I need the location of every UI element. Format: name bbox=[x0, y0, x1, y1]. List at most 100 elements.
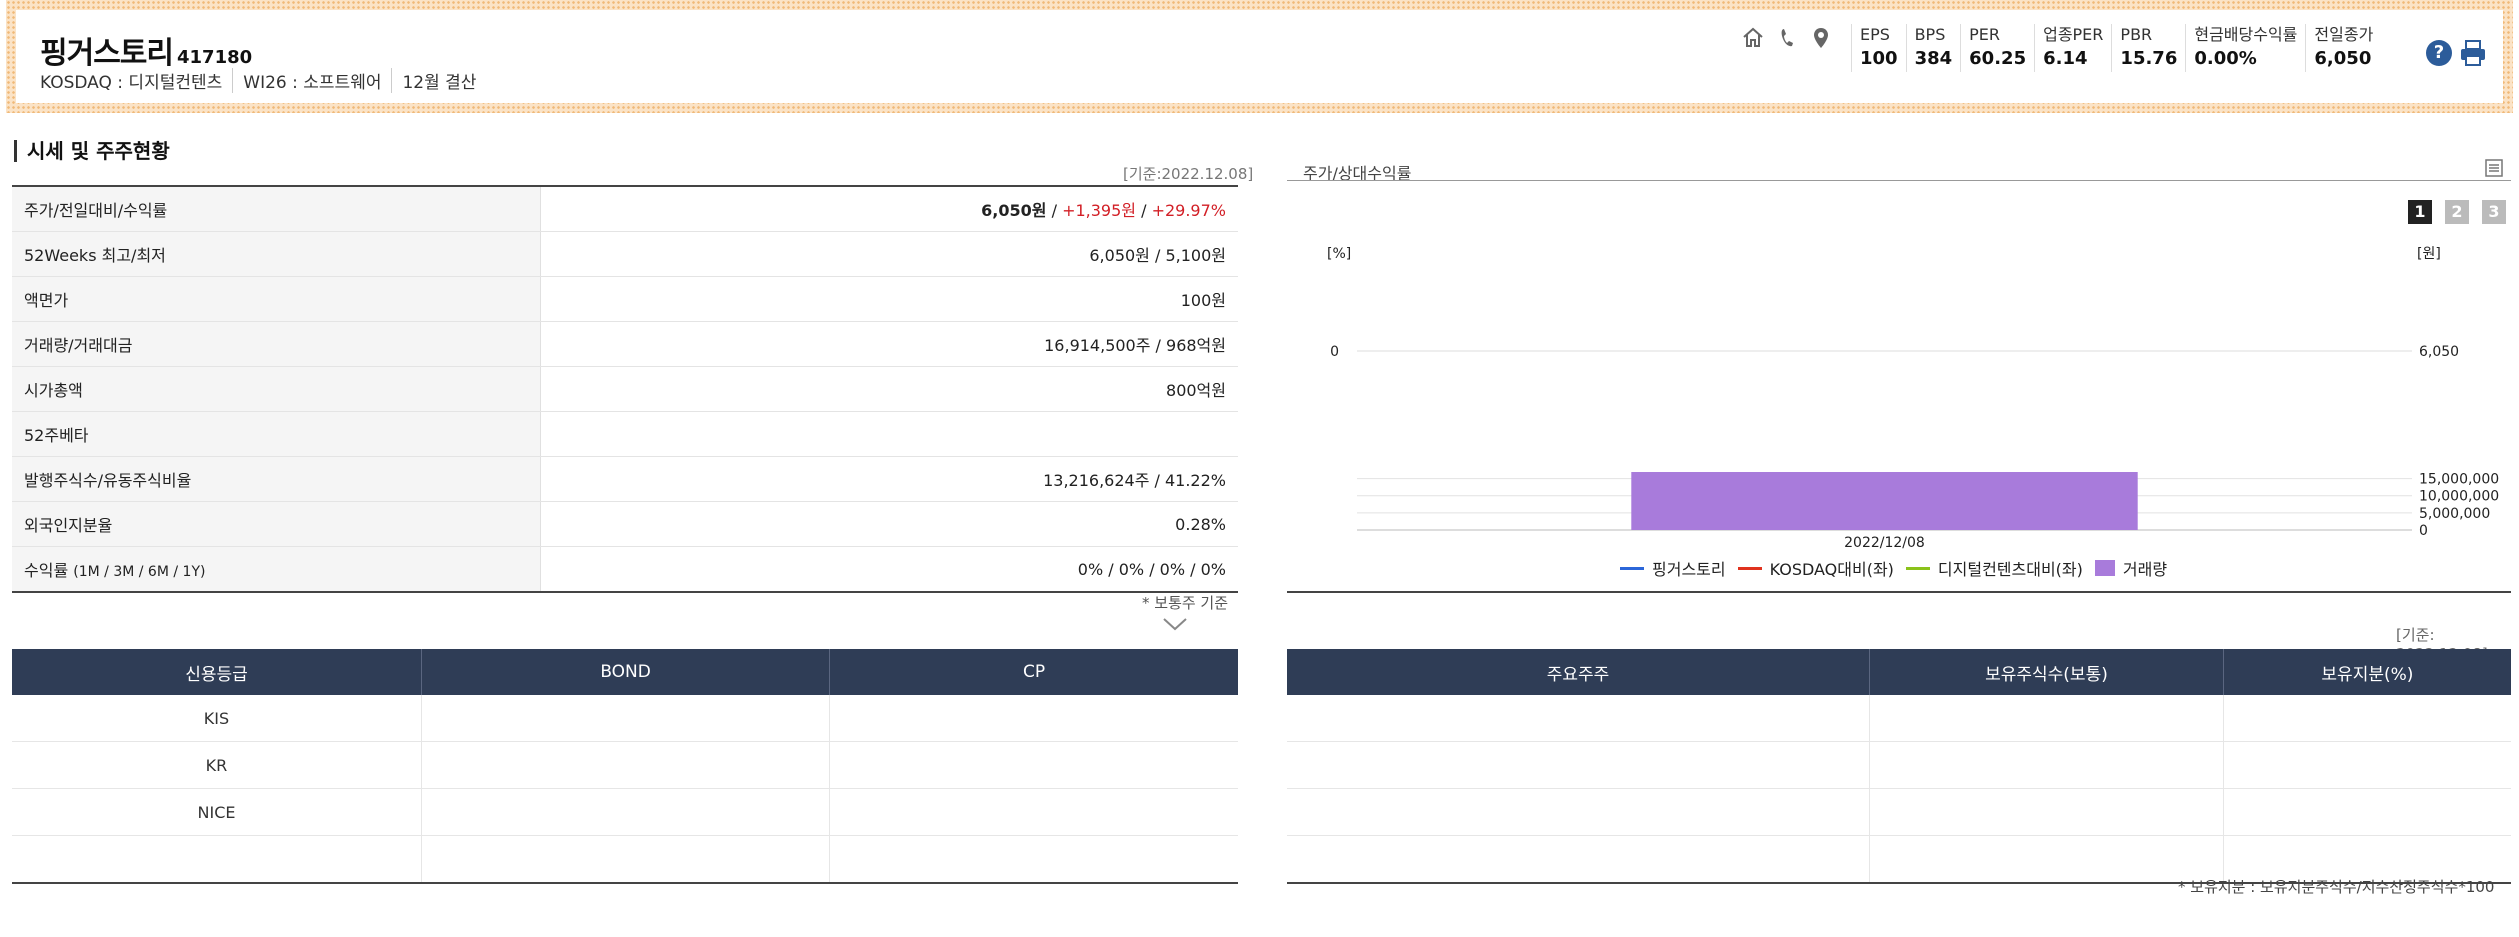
column-header: 신용등급 bbox=[12, 649, 422, 695]
table-row: 발행주식수/유동주식비율 13,216,624주 / 41.22% bbox=[12, 456, 1238, 502]
row-value: 6,050원 / 5,100원 bbox=[540, 231, 1238, 277]
price-change-rate: +29.97% bbox=[1151, 201, 1226, 220]
metric-industry-per: 업종PER 6.14 bbox=[2034, 24, 2111, 72]
metric-value: 100 bbox=[1860, 48, 1898, 69]
phone-icon[interactable] bbox=[1775, 26, 1799, 50]
location-icon[interactable] bbox=[1809, 26, 1833, 50]
current-price: 6,050원 bbox=[981, 201, 1047, 220]
table-row: KIS bbox=[12, 695, 1238, 742]
metric-per: PER 60.25 bbox=[1960, 24, 2034, 72]
cp-rating bbox=[829, 741, 1238, 789]
legend-swatch bbox=[1737, 566, 1762, 570]
holder-name bbox=[1287, 741, 1871, 789]
table-row bbox=[12, 835, 1238, 884]
help-icon[interactable]: ? bbox=[2426, 40, 2452, 66]
separator: / bbox=[1136, 201, 1152, 220]
holder-name bbox=[1287, 788, 1871, 836]
table-row: KR bbox=[12, 741, 1238, 789]
table-row: 주가/전일대비/수익률 6,050원 / +1,395원 / +29.97% bbox=[12, 186, 1238, 232]
legend-item[interactable]: 거래량 bbox=[2094, 556, 2168, 580]
row-label: 52주베타 bbox=[12, 411, 541, 457]
chart-page-2-button[interactable]: 2 bbox=[2445, 200, 2469, 224]
row-label-suffix: (1M / 3M / 6M / 1Y) bbox=[73, 564, 206, 580]
row-value: 0% / 0% / 0% / 0% bbox=[1077, 559, 1226, 579]
metric-value: 6,050 bbox=[2314, 48, 2372, 69]
company-title: 핑거스토리 417180 bbox=[40, 28, 252, 72]
table-row bbox=[1287, 741, 2511, 789]
chevron-down-icon[interactable] bbox=[1162, 616, 1188, 632]
table-header-row: 주요주주 보유주식수(보통) 보유지분(%) bbox=[1287, 649, 2511, 695]
metric-label: EPS bbox=[1860, 25, 1890, 44]
table-row: 외국인지분율 0.28% bbox=[12, 501, 1238, 547]
metric-value: 15.76 bbox=[2120, 48, 2178, 69]
column-header: 보유지분(%) bbox=[2223, 649, 2511, 695]
legend-item[interactable]: 디지털컨텐츠대비(좌) bbox=[1905, 556, 2083, 580]
table-header-row: 신용등급 BOND CP bbox=[12, 649, 1238, 695]
table-row: 액면가 100원 bbox=[12, 276, 1238, 322]
metric-label: PER bbox=[1969, 25, 2001, 44]
metric-value: 60.25 bbox=[1969, 48, 2027, 69]
metric-label: 업종PER bbox=[2043, 25, 2104, 44]
rating-agency: KIS bbox=[12, 695, 422, 742]
fiscal-month: 12월 결산 bbox=[391, 68, 486, 93]
legend-swatch bbox=[2094, 560, 2115, 576]
metric-label: 현금배당수익률 bbox=[2194, 25, 2298, 44]
metric-pbr: PBR 15.76 bbox=[2111, 24, 2185, 72]
chart-page-3-button[interactable]: 3 bbox=[2482, 200, 2506, 224]
market-category: KOSDAQ : 디지털컨텐츠 bbox=[40, 73, 223, 93]
price-volume-chart: [%] [원] 0 6,050 15,000,00010,000,0005,00… bbox=[1327, 246, 2499, 551]
row-value bbox=[540, 411, 1238, 457]
cp-rating bbox=[829, 788, 1238, 836]
legend-swatch bbox=[1620, 566, 1644, 570]
metric-label: PBR bbox=[2120, 25, 2153, 44]
cp-rating bbox=[830, 836, 1238, 884]
company-header: 핑거스토리 417180 KOSDAQ : 디지털컨텐츠 WI26 : 소프트웨어… bbox=[16, 10, 2503, 103]
row-label: 액면가 bbox=[12, 276, 541, 322]
metric-value: 384 bbox=[1914, 48, 1953, 69]
x-axis-tick: 2022/12/08 bbox=[1844, 535, 1925, 551]
row-value: 13,216,624주 / 41.22% bbox=[540, 456, 1238, 502]
left-axis-label: [%] bbox=[1327, 246, 1351, 262]
row-label: 수익률 (1M / 3M / 6M / 1Y) bbox=[12, 546, 541, 592]
bond-rating bbox=[421, 788, 831, 836]
legend-item[interactable]: KOSDAQ대비(좌) bbox=[1737, 556, 1894, 580]
holder-name bbox=[1287, 835, 1871, 883]
row-label: 주가/전일대비/수익률 bbox=[12, 186, 541, 232]
volume-axis-tick: 15,000,000 bbox=[2419, 472, 2499, 488]
metric-value: 0.00% bbox=[2194, 48, 2257, 69]
row-label-text: 수익률 bbox=[24, 561, 69, 580]
volume-bars bbox=[1631, 472, 2138, 530]
volume-axis-ticks: 15,000,00010,000,0005,000,0000 bbox=[2419, 472, 2499, 539]
holder-shares bbox=[1869, 835, 2224, 883]
table-row: NICE bbox=[12, 788, 1238, 836]
volume-axis-tick: 5,000,000 bbox=[2419, 506, 2490, 522]
list-icon[interactable] bbox=[2484, 158, 2504, 178]
bond-rating bbox=[421, 835, 831, 883]
column-header: 보유주식수(보통) bbox=[1869, 649, 2224, 695]
column-header: 주요주주 bbox=[1287, 649, 1871, 695]
chart-page-1-button[interactable]: 1 bbox=[2408, 200, 2432, 224]
row-value: 6,050원 / +1,395원 / +29.97% bbox=[540, 186, 1238, 232]
holder-stake bbox=[2223, 695, 2511, 742]
row-label: 52Weeks 최고/최저 bbox=[12, 231, 541, 277]
table-row bbox=[1287, 788, 2511, 836]
common-stock-note: * 보통주 기준 bbox=[1142, 594, 1229, 612]
key-metrics: EPS 100 BPS 384 PER 60.25 업종PER 6.14 PBR 15.7… bbox=[1851, 24, 2381, 72]
company-name: 핑거스토리 bbox=[40, 36, 174, 71]
price-change: +1,395원 bbox=[1062, 201, 1137, 220]
print-icon[interactable] bbox=[2458, 38, 2488, 68]
legend-swatch bbox=[1905, 566, 1930, 570]
holder-stake bbox=[2223, 788, 2511, 836]
bond-rating bbox=[421, 695, 831, 742]
volume-bar[interactable] bbox=[1631, 472, 2138, 530]
legend-label: 거래량 bbox=[2122, 560, 2168, 579]
legend-label: 핑거스토리 bbox=[1652, 560, 1726, 579]
left-axis-tick: 0 bbox=[1330, 344, 1339, 360]
chart-page-selector: 1 2 3 bbox=[2408, 200, 2506, 224]
metric-bps: BPS 384 bbox=[1905, 24, 1961, 72]
legend-label: 디지털컨텐츠대비(좌) bbox=[1937, 560, 2083, 579]
credit-rating-table: 신용등급 BOND CP KIS KR NICE bbox=[12, 649, 1238, 884]
legend-item[interactable]: 핑거스토리 bbox=[1620, 556, 1726, 580]
row-label: 시가총액 bbox=[12, 366, 541, 412]
home-icon[interactable] bbox=[1741, 26, 1765, 50]
